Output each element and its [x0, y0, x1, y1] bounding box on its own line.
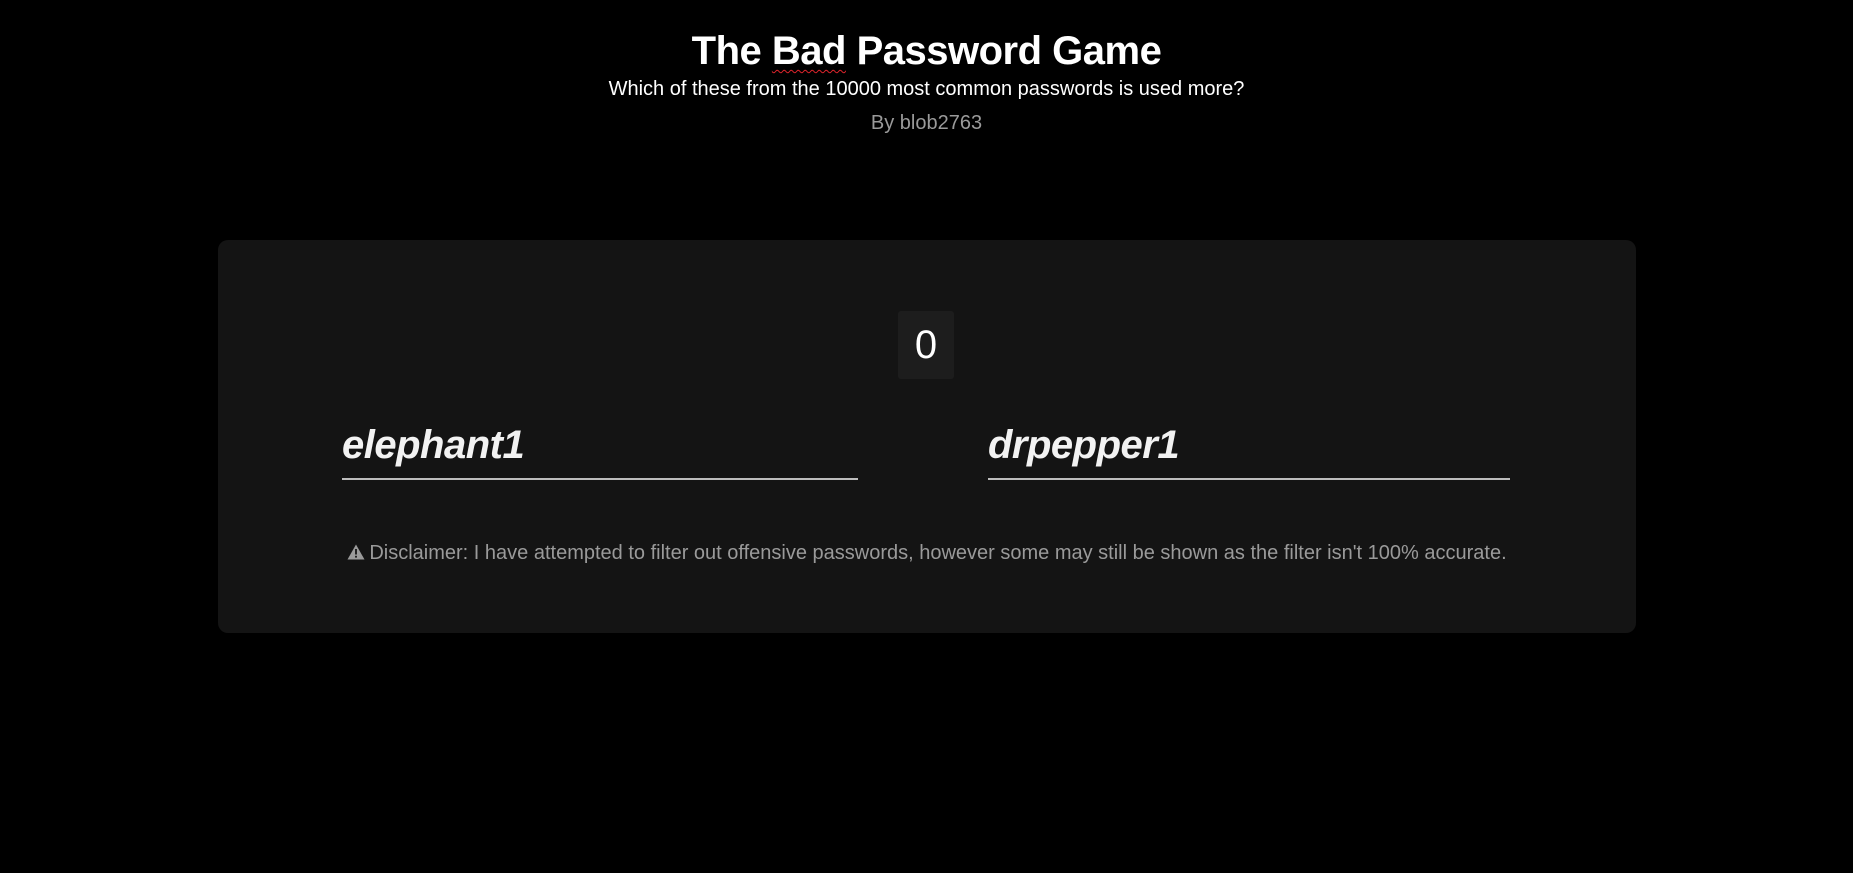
password-option-left-label: elephant1 [342, 423, 525, 467]
page-title: The Bad Password Game [0, 26, 1853, 76]
page-subtitle: Which of these from the 10000 most commo… [608, 78, 1245, 100]
disclaimer: Disclaimer: I have attempted to filter o… [218, 540, 1636, 566]
title-text-end: Password Game [845, 29, 1162, 73]
title-text-misspelled-word: Bad [771, 29, 847, 73]
header: The Bad Password Game Which of these fro… [0, 26, 1853, 136]
score-counter: 0 [898, 311, 954, 379]
warning-icon [347, 544, 365, 560]
disclaimer-text: Disclaimer: I have attempted to filter o… [369, 542, 1507, 564]
page: The Bad Password Game Which of these fro… [0, 0, 1853, 873]
password-option-left[interactable]: elephant1 [342, 418, 858, 480]
password-option-right-label: drpepper1 [988, 423, 1180, 467]
game-card: 0 elephant1 drpepper1 Disclaimer: I have… [218, 240, 1636, 633]
author-byline: By blob2763 [870, 112, 983, 134]
title-text-start: The [691, 29, 772, 73]
password-option-right[interactable]: drpepper1 [988, 418, 1510, 480]
